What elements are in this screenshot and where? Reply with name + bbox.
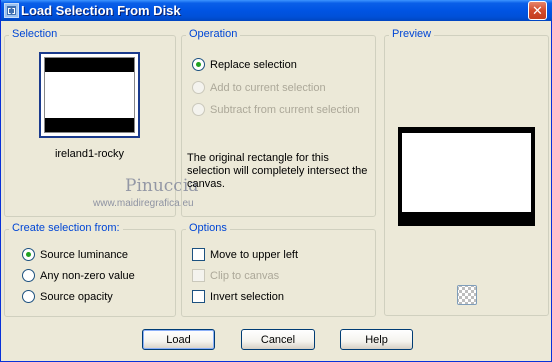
checkbox[interactable] bbox=[192, 248, 205, 261]
thumbnail-caption: ireland1-rocky bbox=[54, 148, 125, 160]
checkbox-label: Invert selection bbox=[210, 290, 284, 303]
operation-group-label: Operation bbox=[186, 28, 241, 40]
close-icon: ✕ bbox=[532, 2, 543, 18]
options-group-label: Options bbox=[186, 222, 230, 234]
checkbox-move-to-upper-left[interactable]: Move to upper left bbox=[192, 248, 298, 261]
cancel-button-label: Cancel bbox=[260, 333, 296, 346]
load-selection-icon bbox=[4, 3, 19, 18]
help-button[interactable]: Help bbox=[340, 329, 413, 350]
checkerboard-icon[interactable] bbox=[457, 285, 477, 305]
radio-button[interactable] bbox=[22, 248, 35, 261]
radio-button[interactable] bbox=[192, 58, 205, 71]
radio-subtract-from-current[interactable]: Subtract from current selection bbox=[192, 103, 360, 116]
radio-label: Source opacity bbox=[40, 290, 113, 303]
checkbox[interactable] bbox=[192, 290, 205, 303]
radio-button[interactable] bbox=[22, 269, 35, 282]
radio-label: Subtract from current selection bbox=[210, 103, 360, 116]
radio-button[interactable] bbox=[22, 290, 35, 303]
radio-label: Add to current selection bbox=[210, 81, 326, 94]
cancel-button[interactable]: Cancel bbox=[241, 329, 315, 350]
load-button-label: Load bbox=[166, 333, 191, 346]
checkbox-label: Clip to canvas bbox=[210, 269, 280, 282]
create-from-group-label: Create selection from: bbox=[9, 222, 123, 234]
close-button[interactable]: ✕ bbox=[528, 1, 547, 20]
radio-source-opacity[interactable]: Source opacity bbox=[22, 290, 113, 303]
selection-thumbnail[interactable] bbox=[39, 52, 140, 138]
radio-button[interactable] bbox=[192, 103, 205, 116]
checkbox-invert-selection[interactable]: Invert selection bbox=[192, 290, 284, 303]
watermark-url: www.maidiregrafica.eu bbox=[93, 198, 194, 209]
radio-label: Any non-zero value bbox=[40, 269, 135, 282]
window-title: Load Selection From Disk bbox=[21, 3, 181, 18]
selection-group-label: Selection bbox=[9, 28, 61, 40]
operation-note: The original rectangle for this selectio… bbox=[187, 152, 368, 190]
preview-image bbox=[398, 127, 535, 226]
dialog-window: Load Selection From Disk ✕ Selection ire… bbox=[0, 0, 552, 362]
radio-add-to-current[interactable]: Add to current selection bbox=[192, 81, 326, 94]
load-button[interactable]: Load bbox=[142, 329, 215, 350]
radio-source-luminance[interactable]: Source luminance bbox=[22, 248, 128, 261]
thumbnail-image bbox=[44, 57, 135, 133]
checkbox-label: Move to upper left bbox=[210, 248, 299, 261]
radio-any-non-zero[interactable]: Any non-zero value bbox=[22, 269, 135, 282]
radio-replace-selection[interactable]: Replace selection bbox=[192, 58, 297, 71]
radio-label: Replace selection bbox=[210, 58, 297, 71]
preview-group-label: Preview bbox=[389, 28, 435, 40]
checkbox[interactable] bbox=[192, 269, 205, 282]
title-bar[interactable]: Load Selection From Disk ✕ bbox=[1, 0, 552, 21]
radio-label: Source luminance bbox=[40, 248, 129, 261]
radio-button[interactable] bbox=[192, 81, 205, 94]
help-button-label: Help bbox=[365, 333, 388, 346]
checkbox-clip-to-canvas[interactable]: Clip to canvas bbox=[192, 269, 279, 282]
